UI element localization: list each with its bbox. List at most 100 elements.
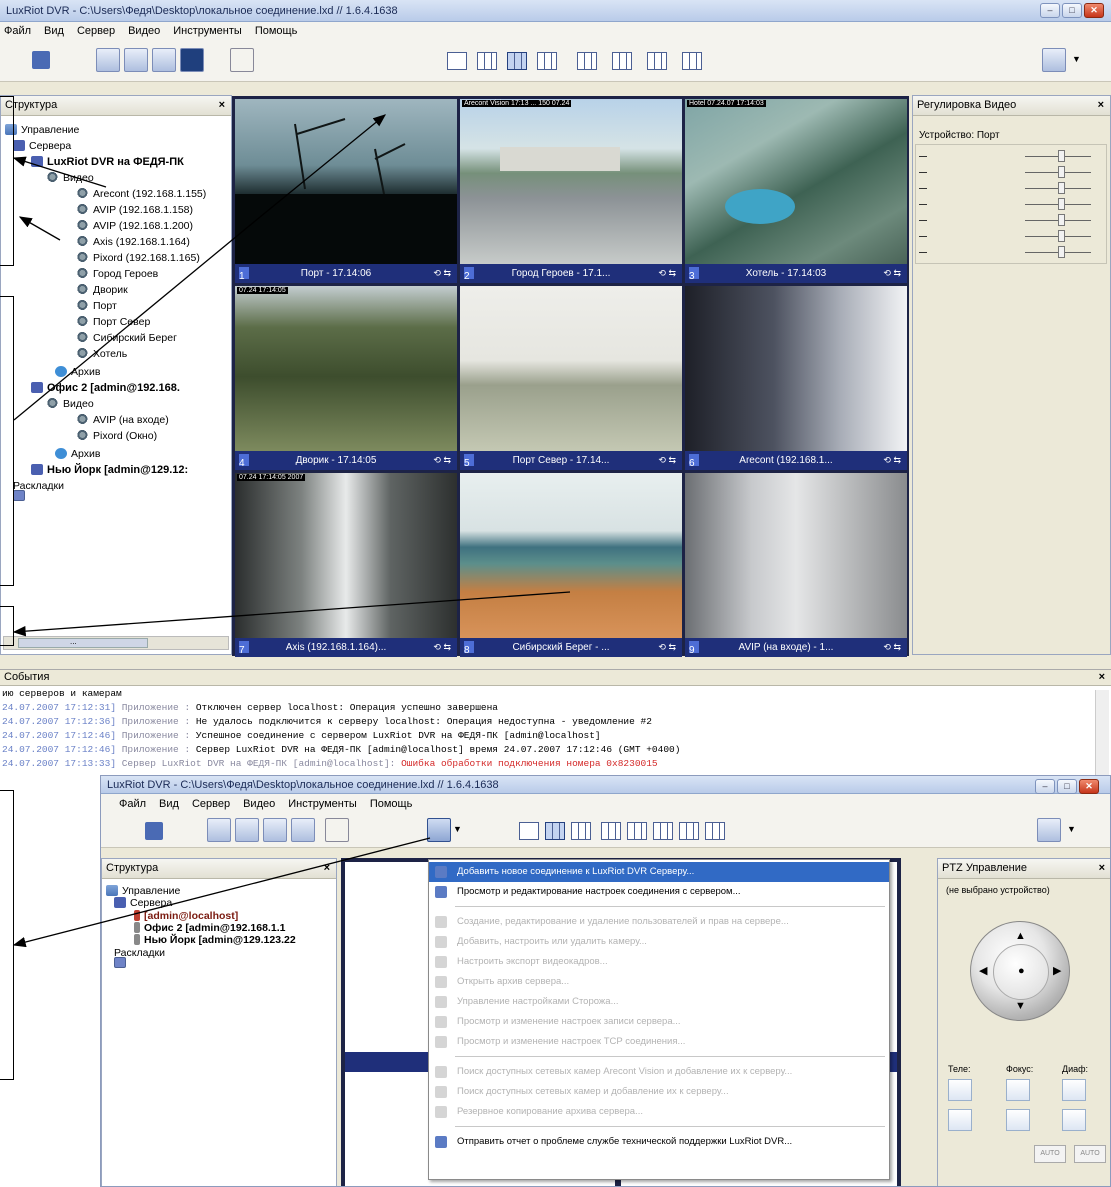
tree-node[interactable]: Раскладки bbox=[114, 945, 165, 968]
layout-1x1-icon[interactable] bbox=[447, 52, 467, 70]
menu-item[interactable]: Отправить отчет о проблеме службе технич… bbox=[429, 1132, 889, 1152]
pan-down-icon[interactable]: ▼ bbox=[1015, 1000, 1026, 1012]
layout-c-icon[interactable] bbox=[679, 822, 699, 840]
close-icon[interactable]: × bbox=[324, 859, 330, 878]
layout-1x1-icon[interactable] bbox=[519, 822, 539, 840]
slider-thumb[interactable] bbox=[1058, 166, 1065, 178]
layout-b-icon[interactable] bbox=[612, 52, 632, 70]
zoom-out-button[interactable] bbox=[948, 1109, 972, 1131]
tree-node[interactable]: Сибирский Берег bbox=[77, 330, 177, 345]
camera-tile[interactable]: Arecont Vision 17:13 ... 150 07.24 2 Горо… bbox=[460, 99, 682, 283]
export-icon[interactable] bbox=[383, 818, 407, 842]
menu-video[interactable]: Видео bbox=[243, 798, 275, 810]
layout-d-icon[interactable] bbox=[682, 52, 702, 70]
video-adjust-icon[interactable] bbox=[291, 818, 315, 842]
horizontal-scrollbar[interactable]: ... bbox=[3, 636, 229, 650]
menu-item[interactable]: Добавить новое соединение к LuxRiot DVR … bbox=[429, 862, 889, 882]
close-icon[interactable]: × bbox=[1099, 859, 1105, 878]
server-menu-icon[interactable] bbox=[1042, 48, 1066, 72]
close-icon[interactable]: × bbox=[1099, 670, 1105, 685]
close-icon[interactable]: × bbox=[1098, 96, 1104, 115]
iris-close-button[interactable] bbox=[1062, 1109, 1086, 1131]
tree-node[interactable]: Дворик bbox=[77, 282, 128, 297]
layout-d-icon[interactable] bbox=[705, 822, 725, 840]
tree-node[interactable]: Офис 2 [admin@192.168. bbox=[31, 380, 180, 395]
tree-node[interactable]: Раскладки bbox=[13, 478, 64, 501]
menu-view[interactable]: Вид bbox=[159, 798, 179, 810]
layout-b-icon[interactable] bbox=[653, 822, 673, 840]
layout-3x3-icon[interactable] bbox=[507, 52, 527, 70]
camera-controls-icon[interactable]: ⟲ ⇆ bbox=[883, 638, 901, 657]
camera-controls-icon[interactable]: ⟲ ⇆ bbox=[883, 451, 901, 470]
open-icon[interactable] bbox=[6, 48, 30, 72]
fullscreen-icon[interactable] bbox=[325, 818, 349, 842]
zoom-in-button[interactable] bbox=[948, 1079, 972, 1101]
ptz-home-icon[interactable]: ● bbox=[1018, 965, 1025, 977]
tree-node[interactable]: Хотель bbox=[77, 346, 127, 361]
events-icon[interactable] bbox=[263, 818, 287, 842]
camera-controls-icon[interactable]: ⟲ ⇆ bbox=[658, 638, 676, 657]
layout-4x4-icon[interactable] bbox=[601, 822, 621, 840]
vertical-scrollbar[interactable] bbox=[1095, 690, 1109, 775]
tree-node[interactable]: Порт bbox=[77, 298, 117, 313]
tree-node[interactable]: Архив bbox=[55, 446, 100, 461]
focus-auto-button[interactable]: AUTO bbox=[1034, 1145, 1066, 1163]
camera-tile[interactable]: Hotel 07.24.07 17:14:03 3 Хотель - 17.14:… bbox=[685, 99, 907, 283]
focus-near-button[interactable] bbox=[1006, 1079, 1030, 1101]
pan-right-icon[interactable]: ▶ bbox=[1053, 964, 1061, 977]
camera-controls-icon[interactable]: ⟲ ⇆ bbox=[433, 451, 451, 470]
pan-up-icon[interactable]: ▲ bbox=[1015, 930, 1026, 942]
slider-thumb[interactable] bbox=[1058, 198, 1065, 210]
snapshot-icon[interactable] bbox=[359, 818, 383, 842]
camera-controls-icon[interactable]: ⟲ ⇆ bbox=[658, 264, 676, 283]
tree-node[interactable]: Сервера bbox=[13, 138, 71, 153]
camera-tile[interactable]: 5 Порт Север - 17.14... ⟲ ⇆ bbox=[460, 286, 682, 470]
maximize-button[interactable]: □ bbox=[1062, 3, 1082, 18]
save-icon[interactable] bbox=[32, 51, 50, 69]
iris-open-button[interactable] bbox=[1062, 1079, 1086, 1101]
camera-controls-icon[interactable]: ⟲ ⇆ bbox=[658, 451, 676, 470]
structure-toggle-icon[interactable] bbox=[96, 48, 120, 72]
layout-c-icon[interactable] bbox=[647, 52, 667, 70]
menu-help[interactable]: Помощь bbox=[255, 25, 298, 37]
tree-node[interactable]: LuxRiot DVR на ФЕДЯ-ПК bbox=[31, 154, 184, 169]
events-icon[interactable] bbox=[152, 48, 176, 72]
server-menu-icon[interactable] bbox=[427, 818, 451, 842]
tree-node[interactable]: Видео bbox=[47, 396, 94, 411]
menu-tools[interactable]: Инструменты bbox=[288, 798, 357, 810]
minimize-button[interactable]: – bbox=[1035, 779, 1055, 794]
tree-node[interactable]: AVIP (на входе) bbox=[77, 412, 169, 427]
video-adjust-icon[interactable] bbox=[180, 48, 204, 72]
dropdown-arrow-icon[interactable]: ▼ bbox=[453, 824, 462, 834]
tree-node[interactable]: AVIP (192.168.1.200) bbox=[77, 218, 193, 233]
menu-help[interactable]: Помощь bbox=[370, 798, 413, 810]
pan-left-icon[interactable]: ◀ bbox=[979, 964, 987, 977]
dropdown-arrow-icon[interactable]: ▼ bbox=[1067, 824, 1076, 834]
edit-icon[interactable] bbox=[124, 48, 148, 72]
menu-file[interactable]: Файл bbox=[119, 798, 146, 810]
snapshot-icon[interactable] bbox=[275, 48, 299, 72]
layout-4x4-icon[interactable] bbox=[537, 52, 557, 70]
camera-controls-icon[interactable]: ⟲ ⇆ bbox=[433, 264, 451, 283]
layout-2x2-icon[interactable] bbox=[477, 52, 497, 70]
layout-a-icon[interactable] bbox=[627, 822, 647, 840]
slider-thumb[interactable] bbox=[1058, 182, 1065, 194]
maximize-button[interactable]: □ bbox=[1057, 779, 1077, 794]
slider-thumb[interactable] bbox=[1058, 150, 1065, 162]
export-icon[interactable] bbox=[304, 48, 328, 72]
camera-tile[interactable]: 6 Arecont (192.168.1... ⟲ ⇆ bbox=[685, 286, 907, 470]
layout-3x3-icon[interactable] bbox=[571, 822, 591, 840]
tree-node[interactable]: Нью Йорк [admin@129.12: bbox=[31, 462, 188, 477]
tree-node[interactable]: Город Героев bbox=[77, 266, 158, 281]
iris-auto-button[interactable]: AUTO bbox=[1074, 1145, 1106, 1163]
tree-node[interactable]: Порт Север bbox=[77, 314, 150, 329]
close-button[interactable]: ✕ bbox=[1079, 779, 1099, 794]
open-icon[interactable] bbox=[119, 818, 143, 842]
camera-tile[interactable]: 1 Порт - 17.14:06 ⟲ ⇆ bbox=[235, 99, 457, 283]
ptz-joystick[interactable]: ▲ ▼ ◀ ▶ ● bbox=[970, 921, 1070, 1021]
structure-toggle-icon[interactable] bbox=[207, 818, 231, 842]
slider-thumb[interactable] bbox=[1058, 214, 1065, 226]
camera-tile[interactable]: 07.24 17:14:05 2007 7 Axis (192.168.1.164… bbox=[235, 473, 457, 657]
fullscreen-icon[interactable] bbox=[230, 48, 254, 72]
slider-thumb[interactable] bbox=[1058, 246, 1065, 258]
